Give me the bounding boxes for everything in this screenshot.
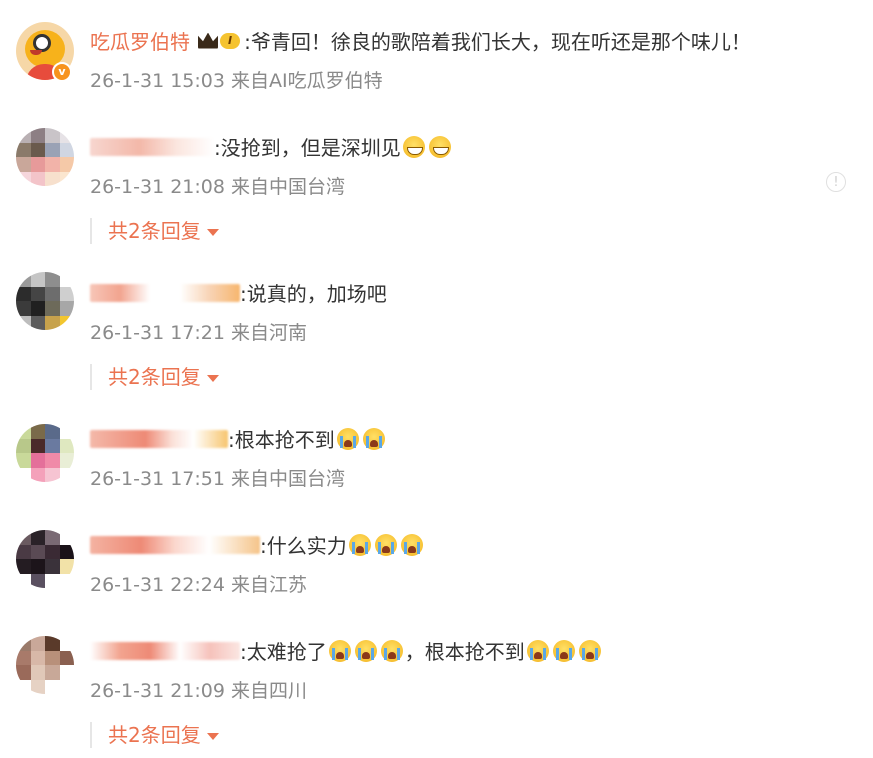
username[interactable] <box>90 283 240 302</box>
comment-text: :说真的，加场吧 <box>240 282 387 306</box>
comment-text: :太难抢了 <box>240 640 327 664</box>
comment-source: 来自河南 <box>231 322 308 344</box>
view-replies-link[interactable]: 共2条回复 <box>90 364 219 390</box>
crying-icon <box>526 639 549 662</box>
crying-icon <box>552 639 575 662</box>
comment-source: 来自中国台湾 <box>231 176 346 198</box>
comment-date: 26-1-31 21:08 <box>90 176 225 198</box>
crying-icon <box>400 533 423 556</box>
crying-icon <box>380 639 403 662</box>
comment-date: 26-1-31 17:21 <box>90 322 225 344</box>
avatar[interactable] <box>16 272 74 330</box>
comment-text: :根本抢不到 <box>228 428 335 452</box>
avatar[interactable] <box>16 636 74 694</box>
crying-icon <box>362 427 385 450</box>
comment-text-continued: ，根本抢不到 <box>404 640 525 664</box>
comment-source: 来自四川 <box>231 680 308 702</box>
comment-text: :爷青回！徐良的歌陪着我们长大，现在听还是那个味儿！ <box>244 30 751 54</box>
crying-icon <box>336 427 359 450</box>
username[interactable]: 吃瓜罗伯特 <box>90 26 190 55</box>
info-icon[interactable]: ! <box>826 172 846 192</box>
view-replies-link[interactable]: 共2条回复 <box>90 218 219 244</box>
grin-icon <box>402 135 425 158</box>
comment-date: 26-1-31 15:03 <box>90 70 225 92</box>
comment-source: 来自江苏 <box>231 574 308 596</box>
comment-date: 26-1-31 22:24 <box>90 574 225 596</box>
comment-text: :什么实力 <box>260 534 347 558</box>
username[interactable] <box>90 429 228 448</box>
verified-badge-icon: v <box>52 62 72 82</box>
comment-source: 来自中国台湾 <box>231 468 346 490</box>
caret-down-icon <box>206 733 219 740</box>
vip-crown-icon[interactable]: I <box>198 31 241 51</box>
grin-icon <box>428 135 451 158</box>
username[interactable] <box>90 641 240 660</box>
crying-icon <box>354 639 377 662</box>
crying-icon <box>374 533 397 556</box>
comment-source: 来自AI吃瓜罗伯特 <box>231 70 383 92</box>
crying-icon <box>348 533 371 556</box>
avatar[interactable] <box>16 424 74 482</box>
view-replies-link[interactable]: 共2条回复 <box>90 722 219 748</box>
caret-down-icon <box>206 229 219 236</box>
avatar[interactable] <box>16 530 74 588</box>
level-badge: I <box>220 32 241 49</box>
comment-date: 26-1-31 17:51 <box>90 468 225 490</box>
crying-icon <box>328 639 351 662</box>
crying-icon <box>578 639 601 662</box>
username[interactable] <box>90 535 260 554</box>
comment-date: 26-1-31 21:09 <box>90 680 225 702</box>
comment-text: :没抢到，但是深圳见 <box>214 136 401 160</box>
username[interactable] <box>90 137 214 156</box>
avatar[interactable] <box>16 128 74 186</box>
caret-down-icon <box>206 375 219 382</box>
